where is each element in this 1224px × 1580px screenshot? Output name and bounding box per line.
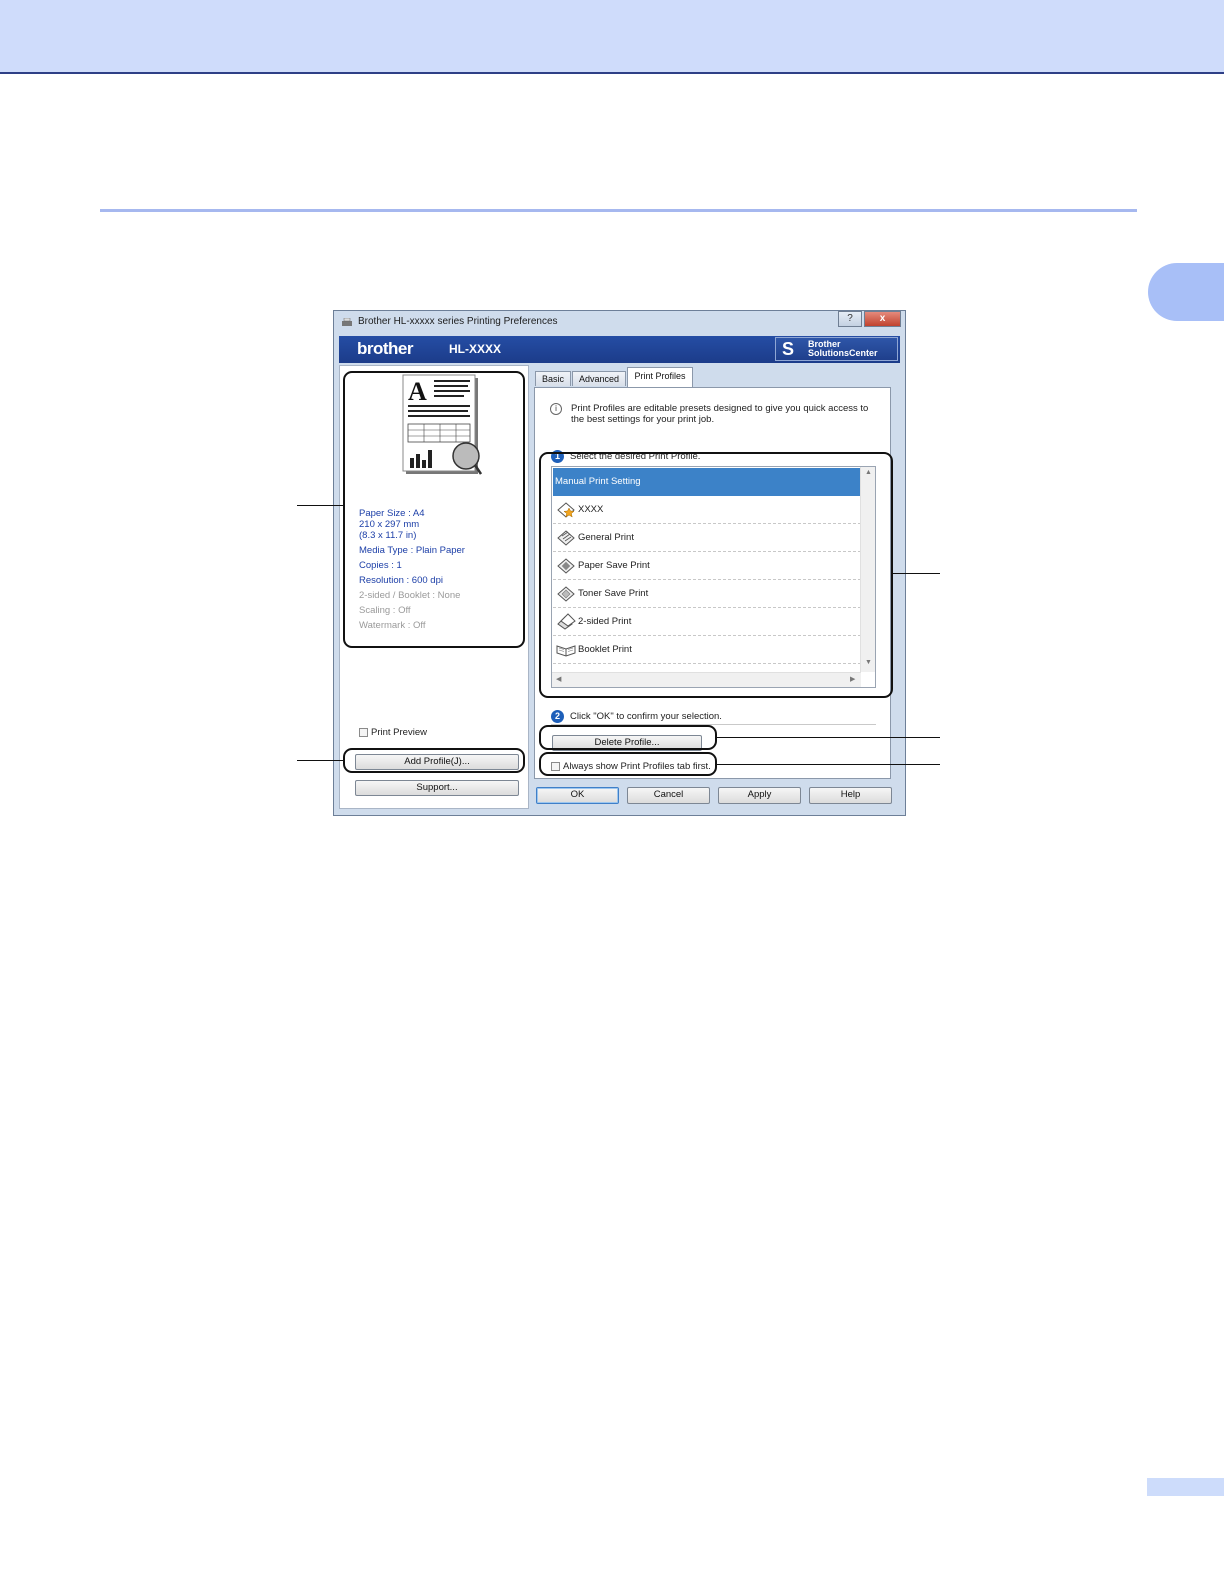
step-2-badge: 2 bbox=[551, 710, 564, 723]
print-preview-option[interactable]: Print Preview bbox=[359, 727, 427, 738]
print-preview-label: Print Preview bbox=[371, 727, 427, 738]
brother-logo: brother bbox=[357, 339, 414, 358]
help-button[interactable]: Help bbox=[809, 787, 892, 804]
callout-leader-always-show bbox=[717, 764, 940, 765]
solutions-center-button[interactable]: S Brother SolutionsCenter bbox=[775, 337, 898, 361]
callout-settings-summary bbox=[343, 371, 525, 648]
window-title: Brother HL-xxxxx series Printing Prefere… bbox=[358, 316, 558, 327]
callout-leader-profile-list bbox=[893, 573, 940, 574]
section-divider bbox=[100, 209, 1137, 212]
title-help-button[interactable]: ? bbox=[838, 311, 862, 327]
step-2-instruction: 2 Click "OK" to confirm your selection. bbox=[551, 710, 722, 723]
tab-advanced[interactable]: Advanced bbox=[572, 371, 626, 386]
printer-icon bbox=[342, 318, 352, 326]
ok-button[interactable]: OK bbox=[536, 787, 619, 804]
callout-add-profile bbox=[343, 748, 525, 773]
support-button[interactable]: Support... bbox=[355, 780, 519, 796]
callout-leader-add-profile bbox=[297, 760, 343, 761]
page-number-tab bbox=[1147, 1478, 1224, 1496]
title-bar: Brother HL-xxxxx series Printing Prefere… bbox=[334, 311, 905, 335]
info-icon: i bbox=[550, 403, 562, 415]
profiles-intro-text: Print Profiles are editable presets desi… bbox=[571, 403, 869, 425]
print-preview-checkbox[interactable] bbox=[359, 727, 368, 737]
brand-banner: brother HL-XXXX S Brother SolutionsCente… bbox=[339, 336, 900, 363]
solutions-label-line2: SolutionsCenter bbox=[808, 348, 878, 358]
apply-button[interactable]: Apply bbox=[718, 787, 801, 804]
cancel-button[interactable]: Cancel bbox=[627, 787, 710, 804]
callout-delete-profile bbox=[539, 725, 717, 750]
step-2-text: Click "OK" to confirm your selection. bbox=[570, 711, 722, 723]
model-name: HL-XXXX bbox=[449, 342, 502, 356]
close-button[interactable]: x bbox=[864, 311, 901, 327]
callout-always-show bbox=[539, 752, 717, 776]
callout-leader-settings bbox=[297, 505, 343, 506]
callout-leader-delete-profile bbox=[717, 737, 940, 738]
solutions-s-icon: S bbox=[782, 339, 795, 359]
page-header-band bbox=[0, 0, 1224, 74]
tab-print-profiles[interactable]: Print Profiles bbox=[627, 367, 693, 387]
chapter-side-tab bbox=[1148, 263, 1224, 321]
tab-basic[interactable]: Basic bbox=[535, 371, 571, 386]
callout-profile-list bbox=[539, 452, 893, 698]
